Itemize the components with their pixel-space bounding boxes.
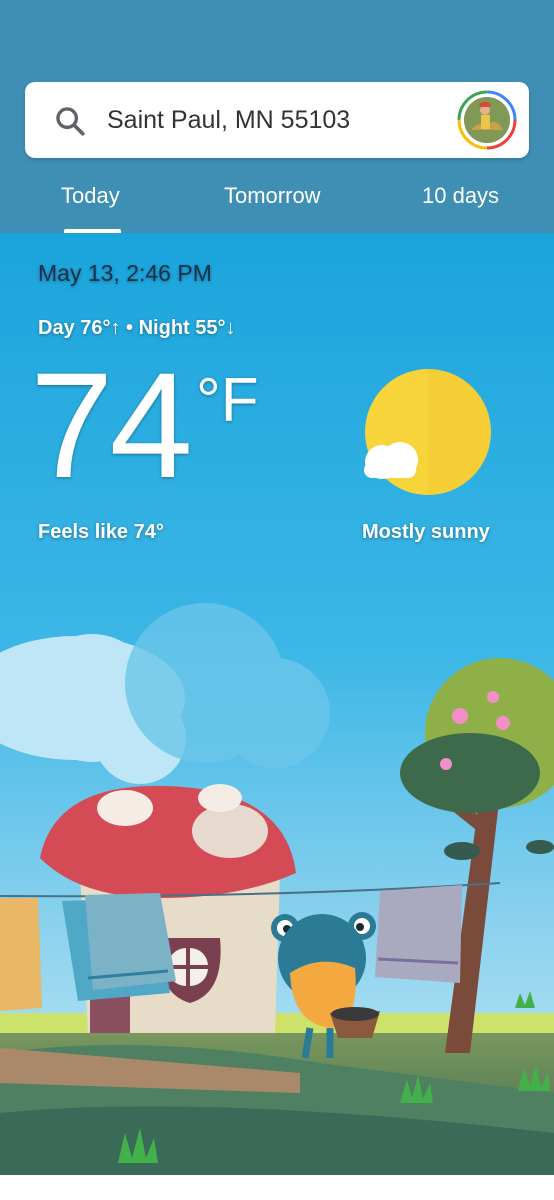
day-tabs: Today Tomorrow 10 days [0, 170, 554, 233]
feels-like: Feels like 74° [38, 521, 164, 543]
bottom-strip [0, 1175, 554, 1200]
tab-10-days[interactable]: 10 days [422, 182, 499, 210]
sun-with-cloud-icon [364, 369, 491, 495]
app-header: Saint Paul, MN 55103 Today Tomorrow 10 d… [0, 0, 554, 233]
tab-tomorrow[interactable]: Tomorrow [224, 182, 321, 210]
tab-today[interactable]: Today [61, 182, 120, 210]
search-location-text[interactable]: Saint Paul, MN 55103 [107, 104, 350, 136]
avatar[interactable] [457, 90, 517, 150]
search-bar[interactable]: Saint Paul, MN 55103 [25, 82, 529, 158]
day-night-temps: Day 76°↑ • Night 55°↓ [38, 317, 236, 339]
weather-condition: Mostly sunny [362, 521, 490, 543]
date-time: May 13, 2:46 PM [38, 260, 212, 286]
temperature-unit[interactable]: °F [196, 366, 259, 436]
current-temperature: 74 [30, 341, 193, 509]
search-icon[interactable] [53, 104, 87, 138]
